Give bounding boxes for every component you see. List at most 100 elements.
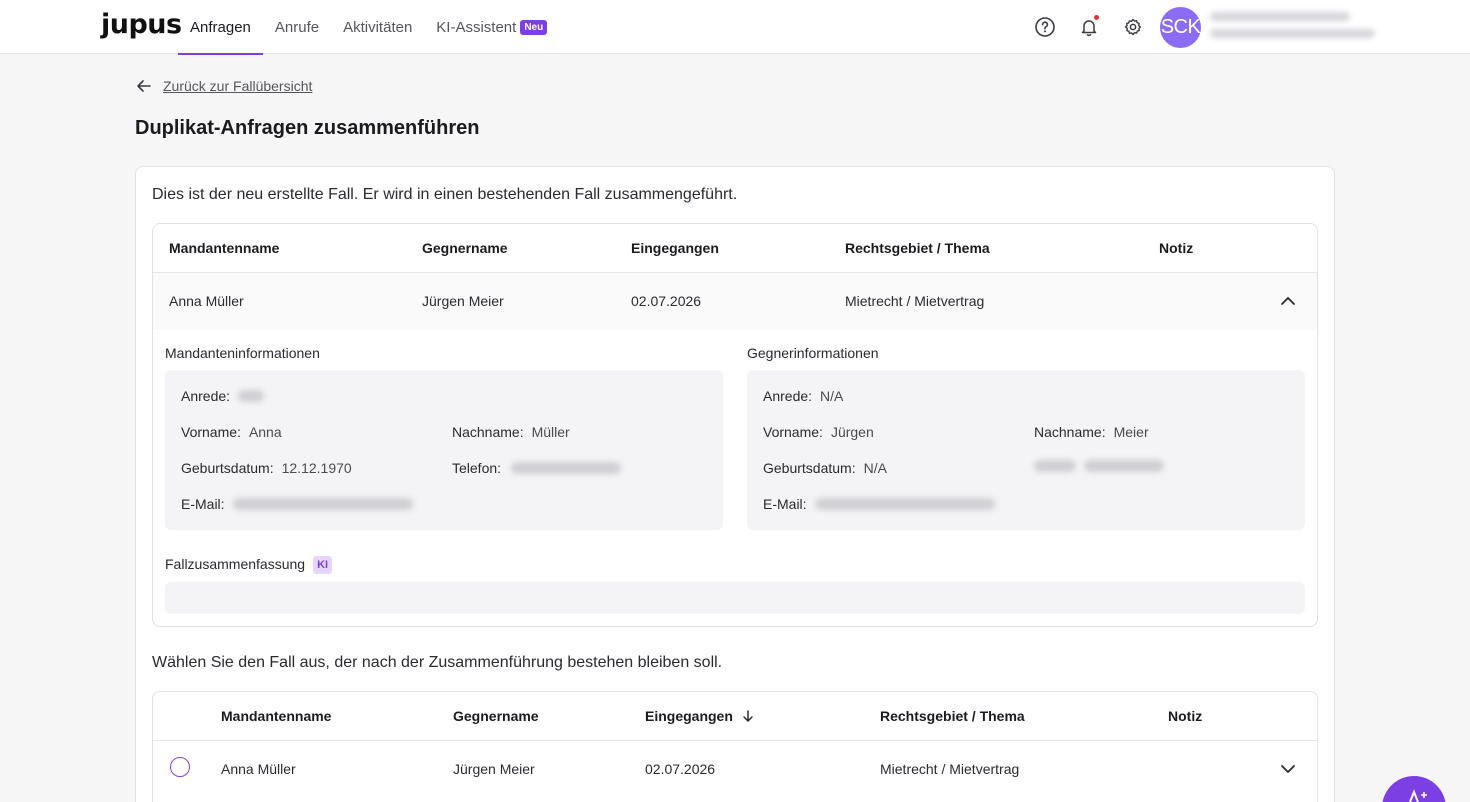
telefon-label: Telefon:: [452, 460, 502, 476]
new-case-intro: Dies ist der neu erstellte Fall. Er wird…: [152, 186, 738, 203]
select-case-intro: Wählen Sie den Fall aus, der nach der Zu…: [152, 654, 723, 671]
nav-ki-assistent[interactable]: KI-Assistent Neu: [424, 0, 559, 54]
anrede-value: N/A: [820, 388, 844, 404]
redacted-value: [238, 390, 265, 402]
geburtsdatum-value: N/A: [863, 460, 887, 476]
ki-badge: KI: [313, 556, 333, 574]
ai-assistant-fab[interactable]: [1382, 776, 1446, 802]
chevron-up-icon[interactable]: [1279, 292, 1297, 310]
case-summary-box: [165, 582, 1305, 614]
case-summary-title: Fallzusammenfassung KI: [165, 556, 333, 574]
client-anrede: Anrede:: [181, 388, 265, 404]
opponent-info-title: Gegnerinformationen: [747, 345, 879, 361]
vorname-label: Vorname:: [763, 424, 823, 440]
col-eingegangen-sortable[interactable]: Eingegangen: [645, 708, 755, 724]
geburtsdatum-value: 12.12.1970: [281, 460, 352, 476]
cell-client: Anna Müller: [221, 761, 296, 777]
geburtsdatum-label: Geburtsdatum:: [181, 460, 274, 476]
nav-anfragen-label: Anfragen: [190, 18, 251, 36]
top-navigation-bar: jupus Anfragen Anrufe Aktivitäten KI-Ass…: [0, 0, 1470, 55]
cell-opponent: Jürgen Meier: [453, 761, 535, 777]
new-case-table: Mandantenname Gegnername Eingegangen Rec…: [152, 223, 1318, 627]
opponent-vorname: Vorname: Jürgen: [763, 424, 874, 440]
cell-client: Anna Müller: [169, 293, 244, 309]
col-mandantenname: Mandantenname: [221, 708, 332, 724]
arrow-down-icon: [743, 710, 753, 722]
redacted-value: [511, 462, 622, 474]
cell-received: 02.07.2026: [631, 293, 702, 309]
opponent-geburtsdatum: Geburtsdatum: N/A: [763, 460, 887, 476]
col-notiz: Notiz: [1159, 240, 1194, 256]
nav-aktivitaeten-label: Aktivitäten: [343, 18, 413, 36]
col-eingegangen: Eingegangen: [631, 240, 719, 256]
nachname-value: Müller: [531, 424, 570, 440]
opponent-nachname: Nachname: Meier: [1034, 424, 1149, 440]
vorname-value: Jürgen: [830, 424, 874, 440]
opponent-redacted-field: [1034, 460, 1164, 472]
user-info-redacted[interactable]: [1210, 12, 1375, 44]
redacted-value: [1084, 460, 1164, 472]
nachname-label: Nachname:: [1034, 424, 1106, 440]
col-mandantenname: Mandantenname: [169, 240, 280, 256]
redacted-value: [232, 498, 413, 510]
client-vorname: Vorname: Anna: [181, 424, 282, 440]
existing-cases-table: Mandantenname Gegnername Eingegangen Rec…: [152, 691, 1318, 802]
nav-ki-assistent-label: KI-Assistent: [436, 18, 517, 36]
select-case-radio[interactable]: [170, 757, 190, 777]
client-geburtsdatum: Geburtsdatum: 12.12.1970: [181, 460, 352, 476]
anrede-label: Anrede:: [181, 388, 231, 404]
col-gegnername: Gegnername: [453, 708, 539, 724]
col-rechtsgebiet: Rechtsgebiet / Thema: [880, 708, 1025, 724]
email-label: E-Mail:: [763, 496, 807, 512]
redacted-label: [1034, 460, 1076, 472]
client-info-box: Anrede: Vorname: Anna Nachname: Müller Geb…: [165, 370, 723, 530]
redacted-value: [814, 498, 995, 510]
nav-anfragen[interactable]: Anfragen: [178, 0, 263, 55]
table-header: Mandantenname Gegnername Eingegangen Rec…: [153, 692, 1317, 741]
page-title: Duplikat-Anfragen zusammenführen: [135, 117, 480, 139]
table-row[interactable]: Anna Müller Jürgen Meier 02.07.2026 Miet…: [153, 741, 1317, 798]
user-avatar[interactable]: SCK: [1160, 7, 1201, 48]
client-email: E-Mail:: [181, 496, 413, 512]
help-button[interactable]: [1033, 15, 1057, 39]
client-nachname: Nachname: Müller: [452, 424, 570, 440]
nachname-value: Meier: [1113, 424, 1149, 440]
col-rechtsgebiet: Rechtsgebiet / Thema: [845, 240, 990, 256]
col-notiz: Notiz: [1168, 708, 1203, 724]
settings-button[interactable]: [1121, 15, 1145, 39]
vorname-value: Anna: [248, 424, 282, 440]
gear-icon: [1124, 18, 1142, 36]
nav-anrufe[interactable]: Anrufe: [263, 0, 331, 54]
sparkle-icon: [1409, 789, 1427, 802]
notification-dot: [1093, 14, 1100, 21]
case-summary-label: Fallzusammenfassung: [165, 556, 306, 572]
jupus-logo[interactable]: jupus: [101, 9, 182, 40]
cell-topic: Mietrecht / Mietvertrag: [845, 293, 985, 309]
cell-opponent: Jürgen Meier: [422, 293, 504, 309]
opponent-email: E-Mail:: [763, 496, 995, 512]
back-link-label: Zurück zur Fallübersicht: [163, 78, 313, 94]
nav-anrufe-label: Anrufe: [274, 18, 320, 36]
geburtsdatum-label: Geburtsdatum:: [763, 460, 856, 476]
help-icon: [1035, 17, 1055, 37]
notifications-button[interactable]: [1077, 14, 1101, 39]
nav-aktivitaeten[interactable]: Aktivitäten: [331, 0, 424, 54]
arrow-left-icon: [137, 80, 151, 92]
table-row[interactable]: Anna Müller Jürgen Meier 02.07.2026 Miet…: [153, 273, 1317, 330]
col-gegnername: Gegnername: [422, 240, 508, 256]
merge-card: Dies ist der neu erstellte Fall. Er wird…: [135, 166, 1335, 802]
col-eingegangen-label: Eingegangen: [645, 708, 733, 724]
nachname-label: Nachname:: [452, 424, 524, 440]
chevron-down-icon[interactable]: [1279, 760, 1297, 778]
back-to-overview-link[interactable]: Zurück zur Fallübersicht: [136, 78, 312, 94]
table-header: Mandantenname Gegnername Eingegangen Rec…: [153, 224, 1317, 273]
anrede-label: Anrede:: [763, 388, 813, 404]
client-telefon: Telefon:: [452, 460, 622, 476]
new-badge: Neu: [520, 19, 548, 35]
vorname-label: Vorname:: [181, 424, 241, 440]
opponent-info-box: Anrede: N/A Vorname: Jürgen Nachname: Meier…: [747, 370, 1305, 530]
opponent-anrede: Anrede: N/A: [763, 388, 843, 404]
client-info-title: Mandanteninformationen: [165, 345, 320, 361]
main-nav: Anfragen Anrufe Aktivitäten KI-Assistent…: [178, 0, 559, 55]
cell-topic: Mietrecht / Mietvertrag: [880, 761, 1020, 777]
